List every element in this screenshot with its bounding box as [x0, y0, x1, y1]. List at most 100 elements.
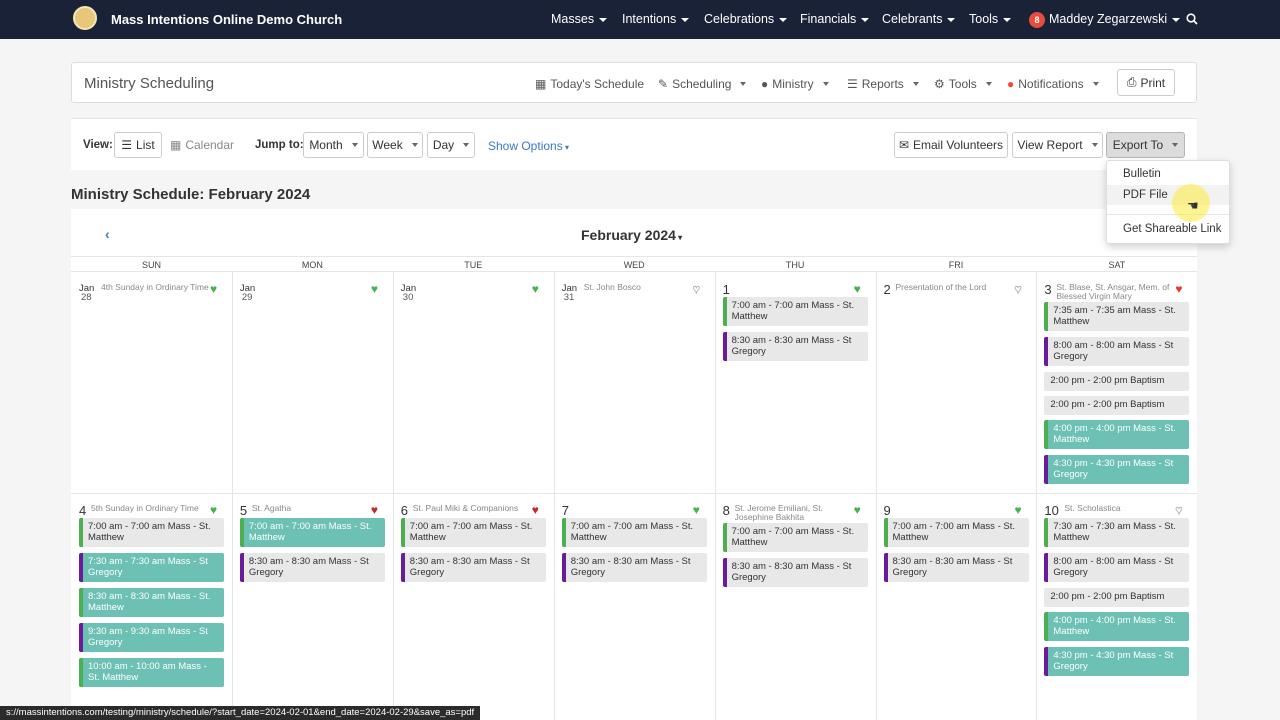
- schedule-event[interactable]: 7:00 am - 7:00 am Mass - St. Matthew: [561, 518, 707, 547]
- weekday-wed: WED: [623, 260, 645, 270]
- schedule-event[interactable]: 7:00 am - 7:00 am Mass - St. Matthew: [239, 518, 385, 547]
- nav-celebrants[interactable]: Celebrants: [882, 12, 955, 26]
- calendar-view-button[interactable]: ▦ Calendar: [164, 132, 240, 158]
- week-dropdown[interactable]: Week: [367, 132, 423, 158]
- email-volunteers-button[interactable]: ✉ Email Volunteers: [894, 132, 1008, 158]
- gear-icon: ⚙: [934, 77, 945, 91]
- export-pdf-item[interactable]: PDF File: [1107, 185, 1229, 205]
- day-number[interactable]: 4: [79, 503, 86, 518]
- church-logo-icon[interactable]: [73, 6, 97, 30]
- dropdown-divider: [1107, 214, 1229, 215]
- list-icon: ☰: [121, 138, 133, 152]
- feast-label: 5th Sunday in Ordinary Time: [91, 503, 199, 513]
- schedule-event[interactable]: 7:00 am - 7:00 am Mass - St. Matthew: [722, 523, 868, 552]
- month-dropdown[interactable]: Month: [303, 132, 364, 158]
- nav-financials[interactable]: Financials: [800, 12, 869, 26]
- schedule-event[interactable]: 8:00 am - 8:00 am Mass - St Gregory: [1044, 337, 1190, 366]
- weekday-sat: SAT: [1108, 260, 1126, 270]
- schedule-event[interactable]: 7:00 am - 7:00 am Mass - St. Matthew: [883, 518, 1029, 547]
- schedule-event[interactable]: 10:00 am - 10:00 am Mass - St. Matthew: [79, 658, 224, 687]
- day-number[interactable]: 8: [723, 503, 730, 518]
- day-number-sub: 30: [402, 292, 414, 303]
- schedule-event[interactable]: 8:30 am - 8:30 am Mass - St Gregory: [722, 332, 868, 361]
- ministry-menu[interactable]: ● Ministry: [761, 77, 829, 91]
- schedule-event[interactable]: 8:30 am - 8:30 am Mass - St Gregory: [239, 553, 385, 582]
- status-bar-url: s://massintentions.com/testing/ministry/…: [0, 706, 481, 720]
- todays-schedule-link[interactable]: ▦ Today's Schedule: [535, 77, 644, 91]
- schedule-event[interactable]: 2:00 pm - 2:00 pm Baptism: [1044, 372, 1190, 391]
- export-share-link-item[interactable]: Get Shareable Link: [1123, 223, 1221, 235]
- liturgical-heart-icon: ♥: [210, 282, 218, 296]
- month-selector[interactable]: February 2024 ▾: [581, 227, 682, 243]
- export-bulletin-item[interactable]: Bulletin: [1123, 168, 1161, 180]
- calendar-toolbar: View: ☰ List ▦ Calendar Jump to: Month Wee…: [71, 118, 1197, 170]
- list-view-button[interactable]: ☰ List: [114, 132, 162, 158]
- print-button[interactable]: ⎙ Print: [1117, 69, 1175, 96]
- notification-badge[interactable]: 8: [1029, 12, 1045, 28]
- schedule-event[interactable]: 8:00 am - 8:00 am Mass - St Gregory: [1044, 553, 1190, 582]
- export-to-dropdown[interactable]: Export To: [1106, 132, 1185, 158]
- weekday-mon: MON: [301, 260, 323, 270]
- reports-menu[interactable]: ☰ Reports: [847, 77, 919, 91]
- schedule-event[interactable]: 7:00 am - 7:00 am Mass - St. Matthew: [79, 518, 224, 547]
- schedule-event[interactable]: 7:35 am - 7:35 am Mass - St. Matthew: [1044, 302, 1190, 331]
- nav-user-menu[interactable]: Maddey Zegarzewski: [1049, 12, 1180, 26]
- schedule-event[interactable]: 8:30 am - 8:30 am Mass - St Gregory: [400, 553, 546, 582]
- day-number[interactable]: 7: [562, 503, 569, 518]
- day-number[interactable]: 3: [1044, 282, 1051, 297]
- month-calendar: ‹ February 2024 ▾ SUN MON TUE WED THU FRI SAT …: [71, 209, 1197, 720]
- schedule-event[interactable]: 8:30 am - 8:30 am Mass - St. Matthew: [79, 588, 224, 617]
- show-options-link[interactable]: Show Options ▾: [488, 139, 569, 153]
- day-number[interactable]: 5: [240, 503, 247, 518]
- schedule-event[interactable]: 9:30 am - 9:30 am Mass - St Gregory: [79, 623, 224, 652]
- schedule-event[interactable]: 4:30 pm - 4:30 pm Mass - St Gregory: [1044, 455, 1190, 484]
- schedule-event[interactable]: 7:30 am - 7:30 am Mass - St. Matthew: [1044, 518, 1190, 547]
- nav-celebrations[interactable]: Celebrations: [704, 12, 787, 26]
- day-number[interactable]: 2: [884, 282, 891, 297]
- schedule-event[interactable]: 4:30 pm - 4:30 pm Mass - St Gregory: [1044, 647, 1190, 676]
- day-dropdown[interactable]: Day: [427, 132, 475, 158]
- day-number[interactable]: 9: [884, 503, 891, 518]
- prev-month-chevron-icon[interactable]: ‹: [105, 226, 110, 242]
- search-icon[interactable]: [1186, 13, 1198, 25]
- envelope-icon: ✉: [898, 138, 909, 152]
- brand-title[interactable]: Mass Intentions Online Demo Church: [111, 12, 342, 27]
- liturgical-heart-icon: ♥: [531, 282, 539, 296]
- liturgical-heart-icon: ♥: [210, 503, 218, 517]
- weekday-tue: TUE: [464, 260, 483, 270]
- view-report-dropdown[interactable]: View Report: [1012, 132, 1103, 158]
- liturgical-heart-icon: ♥: [853, 503, 861, 517]
- ministry-header-panel: Ministry Scheduling ▦ Today's Schedule ✎ S…: [71, 62, 1197, 103]
- day-number[interactable]: 1: [723, 282, 730, 297]
- day-number[interactable]: 10: [1044, 503, 1058, 518]
- nav-intentions[interactable]: Intentions: [622, 12, 689, 26]
- day-number[interactable]: 6: [401, 503, 408, 518]
- feast-label: St. Jerome Emiliani, St. Josephine Bakhi…: [734, 503, 823, 522]
- schedule-event[interactable]: 2:00 pm - 2:00 pm Baptism: [1044, 396, 1190, 415]
- liturgical-heart-icon: ♥: [692, 282, 700, 297]
- nav-masses[interactable]: Masses: [551, 12, 607, 26]
- schedule-event[interactable]: 2:00 pm - 2:00 pm Baptism: [1044, 588, 1190, 607]
- schedule-event[interactable]: 8:30 am - 8:30 am Mass - St Gregory: [722, 558, 868, 587]
- schedule-event[interactable]: 7:30 am - 7:30 am Mass - St Gregory: [79, 553, 224, 582]
- schedule-event[interactable]: 4:00 pm - 4:00 pm Mass - St. Matthew: [1044, 420, 1190, 449]
- hand-cursor-icon: ☚: [1187, 198, 1199, 213]
- liturgical-heart-icon: ♥: [853, 282, 861, 296]
- day-column-divider: [875, 272, 877, 720]
- schedule-event[interactable]: 8:30 am - 8:30 am Mass - St Gregory: [883, 553, 1029, 582]
- scheduling-menu[interactable]: ✎ Scheduling: [658, 77, 746, 91]
- liturgical-heart-icon: ♥: [370, 282, 379, 296]
- calendar-icon: ▦: [169, 138, 182, 152]
- feast-label: St. John Bosco: [583, 282, 641, 292]
- schedule-event[interactable]: 4:00 pm - 4:00 pm Mass - St. Matthew: [1044, 612, 1190, 641]
- day-column-divider: [231, 272, 233, 720]
- schedule-event[interactable]: 7:00 am - 7:00 am Mass - St. Matthew: [722, 297, 868, 326]
- jump-label: Jump to:: [255, 139, 304, 151]
- calendar-icon: ▦: [535, 77, 547, 91]
- schedule-event[interactable]: 8:30 am - 8:30 am Mass - St Gregory: [561, 553, 707, 582]
- liturgical-heart-icon: ♥: [1175, 282, 1183, 296]
- tools-menu[interactable]: ⚙ Tools: [934, 77, 992, 91]
- nav-tools[interactable]: Tools: [969, 12, 1011, 26]
- schedule-event[interactable]: 7:00 am - 7:00 am Mass - St. Matthew: [400, 518, 546, 547]
- notifications-menu[interactable]: ● Notifications: [1007, 77, 1099, 91]
